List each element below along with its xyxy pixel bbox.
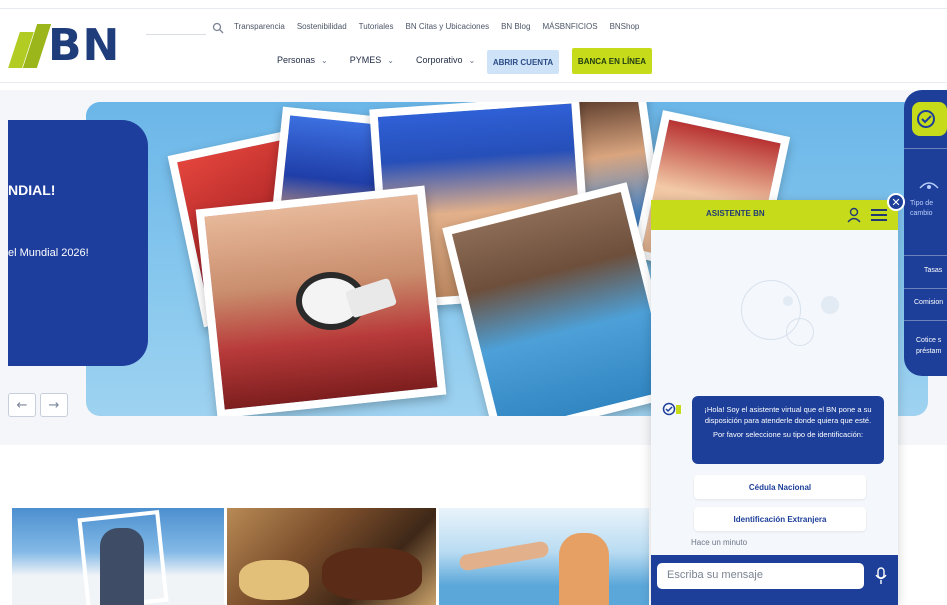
- decorative-circle: [821, 296, 839, 314]
- decorative-circle: [783, 296, 793, 306]
- message-input[interactable]: Escriba su mensaje: [657, 563, 864, 589]
- hero-promo-card[interactable]: NDIAL! el Mundial 2026!: [8, 120, 148, 366]
- chat-close-button[interactable]: ✕: [887, 193, 905, 211]
- assistant-message: ¡Hola! Soy el asistente virtual que el B…: [692, 396, 884, 464]
- logo-text: BN: [48, 20, 121, 71]
- top-link-citas[interactable]: BN Citas y Ubicaciones: [405, 22, 489, 31]
- rates-side-panel: Tipo de cambio Tasas Comision Cotice s p…: [904, 90, 947, 376]
- top-link-bnshop[interactable]: BNShop: [610, 22, 640, 31]
- nav-label: Corporativo: [415, 55, 463, 65]
- search-input-line[interactable]: [146, 34, 206, 35]
- top-link-tutoriales[interactable]: Tutoriales: [359, 22, 394, 31]
- rates-item-cotice-1[interactable]: Cotice s: [916, 337, 941, 344]
- chat-header: ASISTENTE BN: [651, 200, 898, 230]
- panel-divider: [904, 288, 947, 289]
- bread-graphic: [239, 560, 309, 600]
- top-link-transparencia[interactable]: Transparencia: [234, 22, 285, 31]
- nav-label: PYMES: [349, 55, 382, 65]
- person-graphic: [559, 533, 609, 605]
- rates-item-comisiones[interactable]: Comision: [914, 299, 943, 306]
- decorative-circle: [786, 318, 814, 346]
- promo-title: NDIAL!: [8, 182, 56, 198]
- bn-logo[interactable]: BN: [8, 20, 129, 72]
- chat-widget: ASISTENTE BN ¡Hola! Soy el asistente vir…: [651, 200, 898, 605]
- option-cedula-nacional[interactable]: Cédula Nacional: [694, 475, 866, 499]
- nav-item-pymes[interactable]: PYMES ⌄: [350, 55, 394, 65]
- thumbnail-steak-food[interactable]: [227, 508, 436, 605]
- assistant-prompt: Por favor seleccione su tipo de identifi…: [712, 430, 864, 439]
- microphone-icon[interactable]: [875, 567, 887, 585]
- top-link-masbnficios[interactable]: MÁSBNFICIOS: [542, 22, 597, 31]
- panel-divider: [904, 148, 947, 149]
- exchange-label-1[interactable]: Tipo de: [910, 200, 933, 207]
- check-badge-icon[interactable]: [912, 102, 947, 136]
- top-links: Transparencia Sostenibilidad Tutoriales …: [234, 22, 639, 31]
- message-timestamp: Hace un minuto: [691, 538, 748, 547]
- chevron-down-icon: ⌄: [387, 56, 394, 65]
- assistant-greeting: ¡Hola! Soy el asistente virtual que el B…: [704, 405, 872, 425]
- top-link-blog[interactable]: BN Blog: [501, 22, 530, 31]
- carousel-next-button[interactable]: →: [40, 393, 68, 417]
- carousel-prev-button[interactable]: ←: [8, 393, 36, 417]
- nav-label: Personas: [277, 55, 316, 65]
- rates-item-cotice-2[interactable]: préstam: [916, 348, 941, 355]
- panel-divider: [904, 255, 947, 256]
- nav-item-personas[interactable]: Personas ⌄: [277, 55, 328, 65]
- nav-item-corporativo[interactable]: Corporativo ⌄: [416, 55, 475, 65]
- hand-graphic: [458, 540, 550, 572]
- exchange-icon: [919, 182, 939, 189]
- rates-item-tasas[interactable]: Tasas: [924, 267, 942, 274]
- thumbnail-family[interactable]: [439, 508, 649, 605]
- thumbnail-man-car[interactable]: [12, 508, 224, 605]
- online-banking-button[interactable]: BANCA EN LÍNEA: [572, 48, 652, 74]
- chat-title: ASISTENTE BN: [706, 209, 765, 218]
- chat-input-bar: Escriba su mensaje: [651, 555, 898, 605]
- menu-icon[interactable]: [871, 209, 887, 221]
- assistant-bot-icon: [662, 402, 681, 416]
- chevron-down-icon: ⌄: [321, 56, 328, 65]
- header-divider: [0, 82, 947, 83]
- search-icon[interactable]: [212, 22, 224, 34]
- option-identificacion-extranjera[interactable]: Identificación Extranjera: [694, 507, 866, 531]
- steak-graphic: [322, 548, 422, 600]
- person-graphic: [100, 528, 144, 605]
- agent-user-icon[interactable]: [846, 207, 862, 223]
- top-link-sostenibilidad[interactable]: Sostenibilidad: [297, 22, 347, 31]
- top-divider: [0, 8, 947, 9]
- panel-divider: [904, 320, 947, 321]
- open-account-button[interactable]: ABRIR CUENTA: [487, 50, 559, 74]
- main-nav: Personas ⌄ PYMES ⌄ Corporativo ⌄: [277, 55, 475, 65]
- promo-subtitle: el Mundial 2026!: [8, 247, 89, 259]
- chevron-down-icon: ⌄: [468, 56, 476, 65]
- exchange-label-2[interactable]: cambio: [910, 210, 933, 217]
